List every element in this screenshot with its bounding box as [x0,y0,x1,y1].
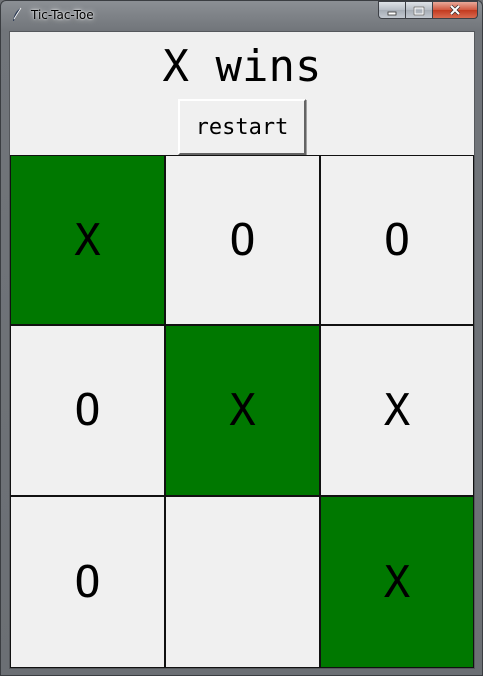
restart-button[interactable]: restart [178,99,306,155]
cell-1-2[interactable]: X [320,325,474,496]
window-content: X wins restart X O O O X X O X [9,31,475,669]
cell-1-0[interactable]: O [10,325,165,496]
feather-icon [10,7,24,23]
close-button[interactable] [432,1,478,19]
minimize-icon [386,1,398,20]
cell-0-1[interactable]: O [165,155,320,325]
app-window: Tic-Tac-Toe X wins restart X O O O X X O… [0,0,483,676]
cell-2-0[interactable]: O [10,496,165,668]
minimize-button[interactable] [378,1,405,19]
maximize-button[interactable] [405,1,432,19]
game-status: X wins [162,41,322,92]
game-board: X O O O X X O X [10,155,474,668]
cell-2-2[interactable]: X [320,496,474,668]
window-controls [378,1,478,21]
maximize-icon [413,1,425,20]
cell-2-1[interactable] [165,496,320,668]
title-bar[interactable]: Tic-Tac-Toe [1,1,482,29]
cell-1-1[interactable]: X [165,325,320,496]
close-icon [448,1,462,20]
window-title: Tic-Tac-Toe [31,8,94,22]
cell-0-2[interactable]: O [320,155,474,325]
cell-0-0[interactable]: X [10,155,165,325]
